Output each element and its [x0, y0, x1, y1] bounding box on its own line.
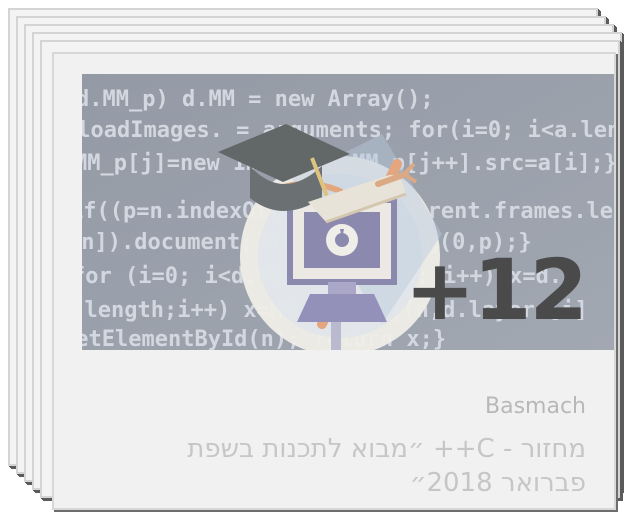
course-thumbnail[interactable]: d.MM_p) d.MM = new Array(); eloadImages.…: [82, 74, 614, 350]
more-count-badge: +12: [404, 241, 588, 339]
author-name: Basmach: [485, 394, 586, 419]
stacked-course-card-preview: d.MM_p) d.MM = new Array(); eloadImages.…: [0, 0, 624, 520]
course-title[interactable]: ״מבוא לתכנות בשפת ++C - מחזור פברואר 201…: [166, 432, 586, 500]
course-card[interactable]: d.MM_p) d.MM = new Array(); eloadImages.…: [52, 52, 616, 510]
